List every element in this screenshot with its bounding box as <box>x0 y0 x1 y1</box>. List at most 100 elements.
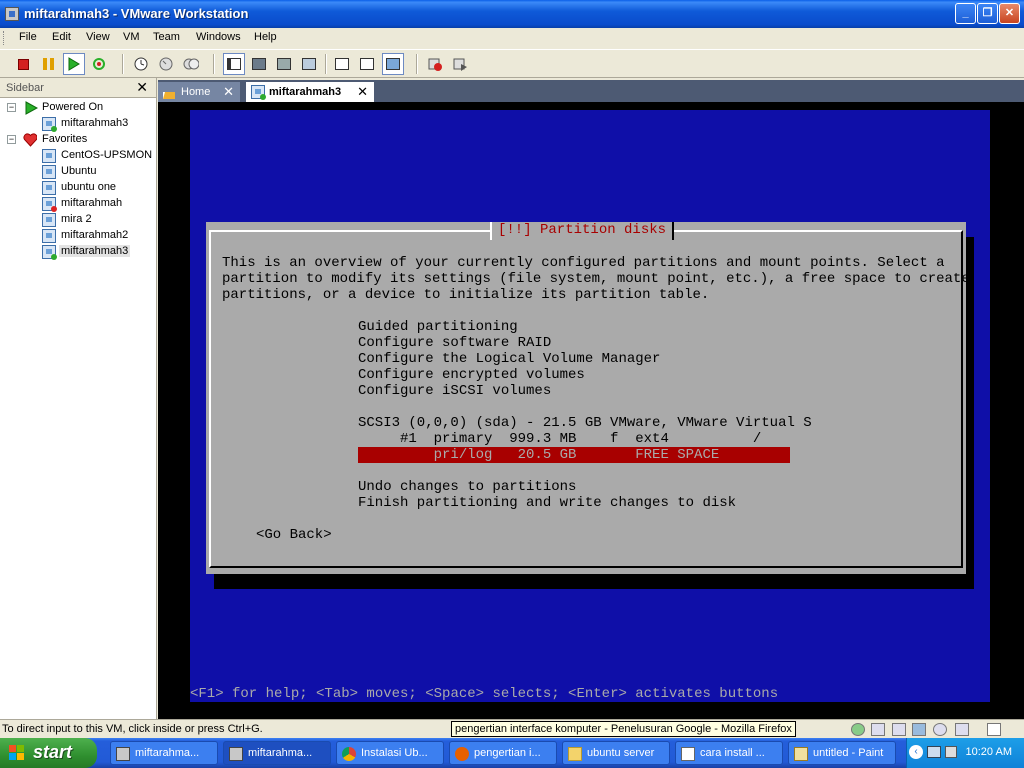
title-bar[interactable]: miftarahmah3 - VMware Workstation _ ❐ ✕ <box>0 0 1024 28</box>
network-icon[interactable] <box>912 723 926 736</box>
sidebar-close-icon[interactable]: ✕ <box>136 79 148 96</box>
tree-item-label: mira 2 <box>61 213 92 225</box>
taskbar-item-vmware-1[interactable]: miftarahma... <box>110 741 218 765</box>
tree-item-centos-upsmon[interactable]: CentOS-UPSMON <box>0 148 157 164</box>
message-log-icon[interactable] <box>987 723 1001 736</box>
option-finish-partitioning[interactable]: Finish partitioning and write changes to… <box>358 495 736 511</box>
taskbar-item-chrome[interactable]: Instalasi Ub... <box>336 741 444 765</box>
record-button[interactable] <box>424 53 446 75</box>
unity-button[interactable] <box>298 53 320 75</box>
option-software-raid[interactable]: Configure software RAID <box>358 335 551 351</box>
snapshot-clock-icon <box>134 57 148 71</box>
menu-help[interactable]: Help <box>254 31 277 43</box>
sidebar-title: Sidebar <box>6 82 44 94</box>
tab-home[interactable]: Home ✕ <box>158 82 240 102</box>
tree-item-miftarahmah3[interactable]: miftarahmah3 <box>0 244 157 260</box>
suspend-button[interactable] <box>37 53 59 75</box>
collapse-icon[interactable]: − <box>7 103 16 112</box>
thumbnail-view-button[interactable] <box>382 53 404 75</box>
tree-item-ubuntu-one[interactable]: ubuntu one <box>0 180 157 196</box>
printer-icon[interactable] <box>955 723 969 736</box>
option-lvm[interactable]: Configure the Logical Volume Manager <box>358 351 660 367</box>
tree-item-label: ubuntu one <box>61 181 117 193</box>
restore-button[interactable]: ❐ <box>977 3 998 24</box>
disk-device[interactable]: SCSI3 (0,0,0) (sda) - 21.5 GB VMware, VM… <box>358 415 812 431</box>
menu-bar: File Edit View VM Team Windows Help <box>0 28 1024 48</box>
power-off-button[interactable] <box>12 53 34 75</box>
console-view-button[interactable] <box>331 53 353 75</box>
replay-icon <box>453 58 467 71</box>
snapshot-manager-button[interactable] <box>180 53 202 75</box>
toolbar-separator <box>325 54 327 74</box>
vm-icon <box>42 149 56 163</box>
cd-rom-icon[interactable] <box>933 723 947 736</box>
start-button[interactable]: start <box>0 738 97 768</box>
taskbar-item-vmware-2[interactable]: miftarahma... <box>223 741 331 765</box>
collapse-icon[interactable]: − <box>7 135 16 144</box>
free-space-selected[interactable]: pri/log 20.5 GB FREE SPACE <box>358 447 790 463</box>
fullscreen-icon <box>252 58 266 70</box>
menu-team[interactable]: Team <box>153 31 180 43</box>
partition-primary[interactable]: #1 primary 999.3 MB f ext4 / <box>358 431 761 447</box>
menu-windows[interactable]: Windows <box>196 31 241 43</box>
tree-item-label: miftarahmah2 <box>61 229 129 241</box>
tab-close-icon[interactable]: ✕ <box>357 84 368 100</box>
full-screen-button[interactable] <box>248 53 270 75</box>
taskbar-item-label: miftarahma... <box>248 747 313 759</box>
document-icon <box>681 747 695 761</box>
tree-item-mira-2[interactable]: mira 2 <box>0 212 157 228</box>
unity-icon <box>302 58 316 70</box>
option-undo-changes[interactable]: Undo changes to partitions <box>358 479 576 495</box>
go-back-button[interactable]: <Go Back> <box>256 527 332 543</box>
network-tray-icon[interactable] <box>927 746 941 758</box>
menu-vm[interactable]: VM <box>123 31 140 43</box>
floppy-icon[interactable] <box>892 723 906 736</box>
menu-grip <box>3 31 6 45</box>
volume-tray-icon[interactable] <box>945 746 957 758</box>
tree-item-miftarahmah[interactable]: miftarahmah <box>0 196 157 212</box>
firefox-icon <box>455 747 469 761</box>
vm-running-icon <box>42 117 57 132</box>
summary-view-button[interactable] <box>356 53 378 75</box>
play-icon <box>68 57 80 71</box>
tray-expand-icon[interactable]: ‹ <box>909 745 923 759</box>
option-encrypted-volumes[interactable]: Configure encrypted volumes <box>358 367 585 383</box>
hard-disk-icon[interactable] <box>871 723 885 736</box>
taskbar-item-firefox[interactable]: pengertian i... <box>449 741 557 765</box>
system-tray: ‹ 10:20 AM <box>906 738 1024 768</box>
vm-icon <box>42 229 56 243</box>
option-guided-partitioning[interactable]: Guided partitioning <box>358 319 518 335</box>
revert-snapshot-button[interactable] <box>155 53 177 75</box>
quick-switch-button[interactable] <box>273 53 295 75</box>
menu-file[interactable]: File <box>19 31 37 43</box>
close-button[interactable]: ✕ <box>999 3 1020 24</box>
show-sidebar-button[interactable] <box>223 53 245 75</box>
tree-group-favorites[interactable]: − Favorites <box>0 132 157 148</box>
sidebar-header: Sidebar ✕ <box>0 78 156 98</box>
tree-item-label: Ubuntu <box>61 165 97 177</box>
tab-miftarahmah3[interactable]: miftarahmah3 ✕ <box>246 82 374 102</box>
vmware-tools-icon[interactable] <box>851 723 865 736</box>
snapshot-button[interactable] <box>130 53 152 75</box>
clock[interactable]: 10:20 AM <box>966 746 1012 758</box>
taskbar-item-paint[interactable]: untitled - Paint <box>788 741 896 765</box>
reset-button[interactable] <box>88 53 110 75</box>
replay-button[interactable] <box>449 53 471 75</box>
menu-view[interactable]: View <box>86 31 110 43</box>
minimize-button[interactable]: _ <box>955 3 976 24</box>
revert-icon <box>159 57 173 71</box>
tree-group-powered-on[interactable]: − Powered On <box>0 100 157 116</box>
tree-item-miftarahmah3-running[interactable]: miftarahmah3 <box>0 116 157 132</box>
heart-icon <box>23 133 37 147</box>
power-on-button[interactable] <box>63 53 85 75</box>
intro-line: partition to modify its settings (file s… <box>222 271 970 287</box>
tree-item-ubuntu[interactable]: Ubuntu <box>0 164 157 180</box>
menu-edit[interactable]: Edit <box>52 31 71 43</box>
tree-item-label: CentOS-UPSMON <box>61 149 153 161</box>
option-iscsi-volumes[interactable]: Configure iSCSI volumes <box>358 383 551 399</box>
taskbar-item-folder[interactable]: ubuntu server <box>562 741 670 765</box>
paint-icon <box>794 747 808 761</box>
tab-close-icon[interactable]: ✕ <box>223 84 234 100</box>
taskbar-item-document[interactable]: cara install ... <box>675 741 783 765</box>
tree-item-miftarahmah2[interactable]: miftarahmah2 <box>0 228 157 244</box>
